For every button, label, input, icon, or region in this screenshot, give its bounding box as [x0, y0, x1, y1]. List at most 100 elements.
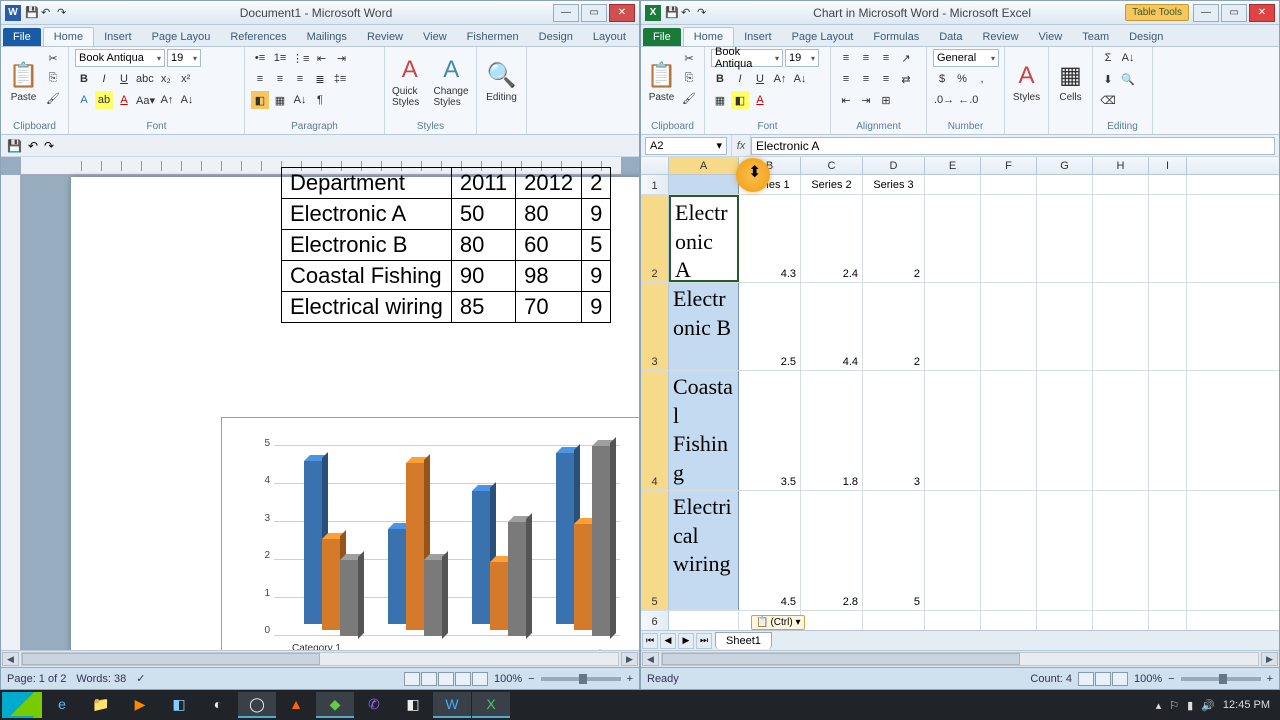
word-data-table[interactable]: Department 2011 2012 2 Electronic A50809…: [281, 167, 611, 323]
vertical-ruler[interactable]: [1, 175, 21, 650]
row-header[interactable]: 2: [641, 195, 669, 282]
format-painter-icon[interactable]: 🖌: [680, 89, 698, 107]
sheet-nav-prev-icon[interactable]: ◀: [660, 633, 676, 649]
decrease-decimal-icon[interactable]: ←.0: [957, 91, 979, 109]
cell[interactable]: [981, 611, 1037, 630]
cell[interactable]: [1093, 491, 1149, 610]
fill-icon[interactable]: ⬇: [1099, 70, 1117, 88]
name-box[interactable]: A2▾: [645, 137, 727, 155]
select-all-corner[interactable]: [641, 157, 669, 174]
clear-icon[interactable]: ⌫: [1099, 91, 1117, 109]
font-family-combo[interactable]: Book Antiqua▾: [75, 49, 165, 67]
align-center-icon[interactable]: ≡: [271, 70, 289, 88]
system-tray[interactable]: ▴ ⚐ ▮ 🔊 12:45 PM: [1156, 699, 1278, 712]
font-color-icon[interactable]: A: [751, 91, 769, 109]
cell[interactable]: [1149, 371, 1187, 490]
table-cell[interactable]: Electrical wiring: [282, 292, 452, 323]
cells-button[interactable]: ▦Cells: [1055, 49, 1086, 115]
table-cell[interactable]: 70: [516, 292, 582, 323]
bold-button[interactable]: B: [75, 70, 93, 88]
cell[interactable]: [981, 175, 1037, 194]
underline-button[interactable]: U: [115, 70, 133, 88]
cell[interactable]: [925, 611, 981, 630]
table-cell[interactable]: 98: [516, 261, 582, 292]
tab-page-layout[interactable]: Page Layout: [782, 28, 864, 46]
paste-button[interactable]: 📋Paste: [7, 49, 40, 115]
text-effects-icon[interactable]: A: [75, 91, 93, 109]
zoom-slider[interactable]: [1181, 677, 1261, 681]
decrease-indent-icon[interactable]: ⇤: [837, 91, 855, 109]
cell[interactable]: Series 3: [863, 175, 925, 194]
zoom-out-icon[interactable]: −: [1168, 673, 1174, 685]
merge-icon[interactable]: ⊞: [877, 91, 895, 109]
tab-home[interactable]: Home: [683, 27, 734, 46]
cell[interactable]: [1093, 611, 1149, 630]
cell[interactable]: [669, 175, 739, 194]
column-header-E[interactable]: E: [925, 157, 981, 174]
borders-icon[interactable]: ▦: [271, 91, 289, 109]
tab-design[interactable]: Design: [529, 28, 583, 46]
row-header[interactable]: 3: [641, 283, 669, 370]
status-page[interactable]: Page: 1 of 2: [7, 673, 66, 685]
scroll-right-icon[interactable]: ▶: [621, 652, 638, 666]
tab-data[interactable]: Data: [929, 28, 972, 46]
cell[interactable]: 2.5: [739, 283, 801, 370]
underline-button[interactable]: U: [751, 70, 769, 88]
orientation-icon[interactable]: ↗: [897, 49, 915, 67]
column-header-H[interactable]: H: [1093, 157, 1149, 174]
tab-fishermen[interactable]: Fishermen: [457, 28, 529, 46]
cell[interactable]: Electronic A: [669, 195, 739, 282]
taskbar-explorer-icon[interactable]: 📁: [82, 692, 120, 718]
paste-button[interactable]: 📋Paste: [647, 49, 676, 115]
tab-page-layout[interactable]: Page Layou: [142, 28, 221, 46]
table-cell[interactable]: 85: [451, 292, 515, 323]
tab-file[interactable]: File: [643, 28, 681, 46]
cell[interactable]: Electronic B: [669, 283, 739, 370]
tab-layout[interactable]: Layout: [583, 28, 636, 46]
zoom-slider[interactable]: [541, 677, 621, 681]
percent-icon[interactable]: %: [953, 70, 971, 88]
cell[interactable]: [1037, 283, 1093, 370]
taskbar-app-icon[interactable]: ◧: [160, 692, 198, 718]
word-document-area[interactable]: Department 2011 2012 2 Electronic A50809…: [1, 157, 639, 650]
table-cell[interactable]: 9: [582, 292, 611, 323]
column-header-D[interactable]: D: [863, 157, 925, 174]
row-header[interactable]: 6: [641, 611, 669, 630]
tab-view[interactable]: View: [1029, 28, 1073, 46]
italic-button[interactable]: I: [731, 70, 749, 88]
grow-font-icon[interactable]: A↑: [771, 70, 789, 88]
cell[interactable]: 2.4: [801, 195, 863, 282]
cell[interactable]: Series 2: [801, 175, 863, 194]
column-header-I[interactable]: I: [1149, 157, 1187, 174]
scroll-thumb[interactable]: [22, 653, 320, 665]
font-family-combo[interactable]: Book Antiqua▾: [711, 49, 783, 67]
cell[interactable]: [981, 491, 1037, 610]
align-center-icon[interactable]: ≡: [857, 70, 875, 88]
taskbar-chrome-icon[interactable]: ◯: [238, 692, 276, 718]
tray-clock[interactable]: 12:45 PM: [1223, 699, 1270, 711]
quick-styles-button[interactable]: AQuick Styles: [391, 49, 429, 115]
cut-icon[interactable]: ✂: [680, 49, 698, 67]
bullets-icon[interactable]: •≡: [251, 49, 269, 67]
document-page[interactable]: Department 2011 2012 2 Electronic A50809…: [71, 177, 639, 650]
sort-icon[interactable]: A↓: [291, 91, 309, 109]
increase-indent-icon[interactable]: ⇥: [332, 49, 350, 67]
table-header-department[interactable]: Department: [282, 168, 452, 199]
scroll-thumb[interactable]: [662, 653, 1020, 665]
row-header[interactable]: 4: [641, 371, 669, 490]
undo-icon[interactable]: ↶: [28, 139, 38, 153]
align-middle-icon[interactable]: ≡: [857, 49, 875, 67]
tab-insert[interactable]: Insert: [734, 28, 782, 46]
cell[interactable]: Series 1: [739, 175, 801, 194]
shrink-font-icon[interactable]: A↓: [791, 70, 809, 88]
row-header[interactable]: 1: [641, 175, 669, 194]
cell[interactable]: 2: [863, 195, 925, 282]
column-header-G[interactable]: G: [1037, 157, 1093, 174]
align-top-icon[interactable]: ≡: [837, 49, 855, 67]
formula-input[interactable]: Electronic A: [751, 137, 1275, 155]
styles-button[interactable]: AStyles: [1011, 49, 1042, 115]
save-icon[interactable]: 💾: [25, 6, 39, 20]
row-header[interactable]: 5: [641, 491, 669, 610]
change-case-icon[interactable]: Aa▾: [135, 91, 156, 109]
cell[interactable]: 2: [863, 283, 925, 370]
